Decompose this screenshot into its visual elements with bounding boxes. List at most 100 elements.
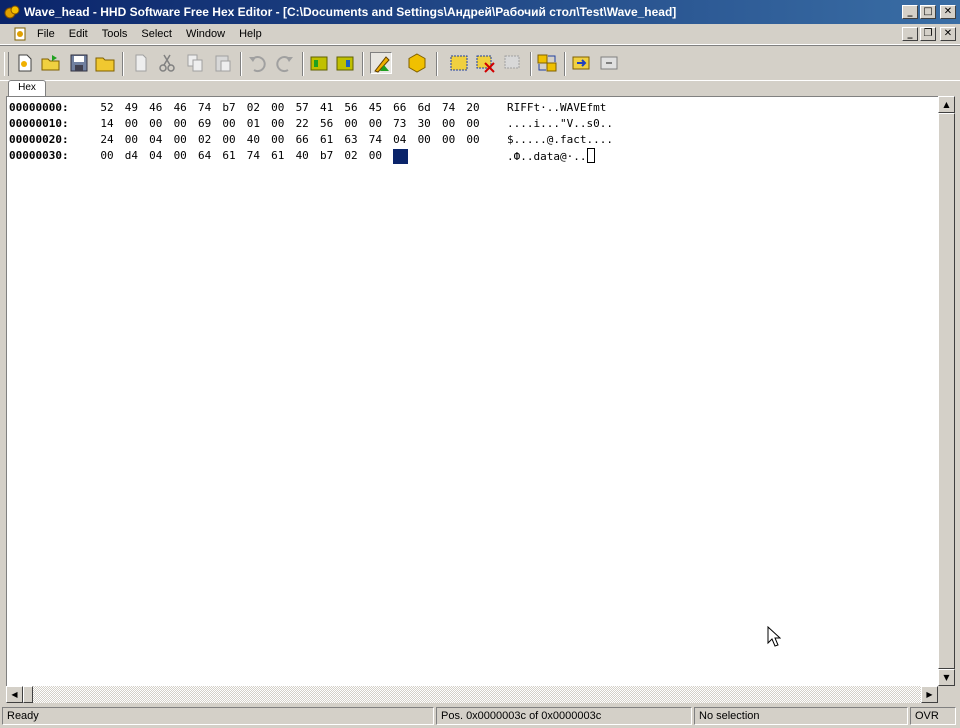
hex-byte[interactable]: 56 xyxy=(317,116,337,132)
hex-byte[interactable]: 69 xyxy=(195,116,215,132)
hex-byte[interactable]: b7 xyxy=(219,100,239,116)
redo-button[interactable] xyxy=(274,52,296,74)
hex-byte[interactable]: 02 xyxy=(341,148,361,164)
horizontal-scrollbar[interactable]: ◀ ▶ xyxy=(6,686,938,703)
hex-byte[interactable]: 00 xyxy=(365,148,385,164)
edit-mode-button[interactable] xyxy=(370,52,392,74)
hex-byte[interactable]: 6d xyxy=(414,100,434,116)
hex-byte[interactable]: b7 xyxy=(317,148,337,164)
hex-byte[interactable]: 74 xyxy=(365,132,385,148)
hex-byte[interactable]: 00 xyxy=(219,132,239,148)
hex-ascii-text[interactable]: ....i..."V..s0.. xyxy=(507,116,613,132)
title-bar[interactable]: Wave_head - HHD Software Free Hex Editor… xyxy=(0,0,960,24)
hex-byte[interactable]: 00 xyxy=(463,116,483,132)
hex-byte[interactable]: 00 xyxy=(97,148,117,164)
horizontal-scroll-thumb[interactable] xyxy=(23,686,33,703)
document-icon[interactable] xyxy=(12,26,28,42)
hex-byte[interactable]: 04 xyxy=(146,148,166,164)
new-file-button[interactable] xyxy=(14,52,36,74)
hex-byte[interactable]: 00 xyxy=(414,132,434,148)
hex-ascii-text[interactable]: .Ф..data@·.. xyxy=(507,148,596,165)
hex-ascii-text[interactable]: $.....@.fact.... xyxy=(507,132,613,148)
hex-byte[interactable]: 61 xyxy=(268,148,288,164)
mdi-close-button[interactable]: ✕ xyxy=(940,27,956,41)
hex-byte[interactable]: 49 xyxy=(121,100,141,116)
scroll-right-button[interactable]: ▶ xyxy=(921,686,938,703)
save-button[interactable] xyxy=(68,52,90,74)
hex-byte[interactable]: 00 xyxy=(219,116,239,132)
status-overwrite-mode[interactable]: OVR xyxy=(910,707,956,725)
hex-byte[interactable]: 74 xyxy=(243,148,263,164)
select-block-button[interactable] xyxy=(448,52,470,74)
hex-byte[interactable]: 00 xyxy=(146,116,166,132)
hex-byte[interactable]: 00 xyxy=(365,116,385,132)
scroll-down-button[interactable]: ▼ xyxy=(938,669,955,686)
hex-byte[interactable]: 73 xyxy=(390,116,410,132)
hex-byte[interactable]: 74 xyxy=(195,100,215,116)
hex-byte[interactable]: 41 xyxy=(317,100,337,116)
close-button[interactable]: ✕ xyxy=(940,5,956,19)
hex-byte[interactable]: 61 xyxy=(219,148,239,164)
hex-byte[interactable]: 00 xyxy=(121,132,141,148)
open-file-button[interactable] xyxy=(40,52,62,74)
hex-byte[interactable]: 14 xyxy=(97,116,117,132)
mdi-restore-button[interactable]: ❐ xyxy=(920,27,936,41)
scroll-up-button[interactable]: ▲ xyxy=(938,96,955,113)
find-button[interactable] xyxy=(130,52,152,74)
hex-byte[interactable]: 61 xyxy=(317,132,337,148)
menu-file[interactable]: File xyxy=(30,24,62,44)
hex-byte[interactable]: 00 xyxy=(341,116,361,132)
undo-button[interactable] xyxy=(246,52,268,74)
hex-byte[interactable]: 57 xyxy=(292,100,312,116)
clear-selection-button[interactable] xyxy=(474,52,496,74)
hex-byte[interactable]: 00 xyxy=(268,132,288,148)
scroll-left-button[interactable]: ◀ xyxy=(6,686,23,703)
hex-byte[interactable]: 30 xyxy=(414,116,434,132)
link-button[interactable] xyxy=(598,52,620,74)
hex-byte[interactable]: 00 xyxy=(170,132,190,148)
mdi-minimize-button[interactable]: _ xyxy=(902,27,918,41)
hex-editor-view[interactable]: 00000000: 52 49 46 46 74 b7 02 00 57 41 56 45 66 6d 74 2… xyxy=(6,96,938,686)
hex-byte[interactable]: 00 xyxy=(121,116,141,132)
hexagon-button[interactable] xyxy=(406,52,428,74)
copy-button[interactable] xyxy=(184,52,206,74)
hex-byte[interactable]: 56 xyxy=(341,100,361,116)
export-button[interactable] xyxy=(570,52,592,74)
hex-byte[interactable]: 40 xyxy=(292,148,312,164)
hex-ascii-text[interactable]: RIFFt·..WAVEfmt xyxy=(507,100,606,116)
menu-help[interactable]: Help xyxy=(232,24,269,44)
hex-byte[interactable]: 20 xyxy=(463,100,483,116)
menu-select[interactable]: Select xyxy=(134,24,179,44)
maximize-button[interactable]: □ xyxy=(920,5,936,19)
toolbar-grip[interactable] xyxy=(4,52,9,76)
hex-byte[interactable]: 24 xyxy=(97,132,117,148)
hex-byte[interactable]: 02 xyxy=(195,132,215,148)
hex-byte[interactable]: 00 xyxy=(439,116,459,132)
hex-byte[interactable]: 00 xyxy=(463,132,483,148)
hex-byte[interactable]: 04 xyxy=(146,132,166,148)
hex-byte[interactable]: 45 xyxy=(365,100,385,116)
compare-button[interactable] xyxy=(536,52,558,74)
hex-byte[interactable]: 46 xyxy=(170,100,190,116)
hex-byte[interactable]: 00 xyxy=(268,116,288,132)
hex-byte[interactable]: 00 xyxy=(170,148,190,164)
hex-byte[interactable]: 00 xyxy=(170,116,190,132)
minimize-button[interactable]: _ xyxy=(902,5,918,19)
hex-byte[interactable]: 00 xyxy=(268,100,288,116)
hex-byte[interactable]: 00 xyxy=(439,132,459,148)
hex-byte[interactable]: 04 xyxy=(390,132,410,148)
hex-byte[interactable]: 46 xyxy=(146,100,166,116)
tab-hex[interactable]: Hex xyxy=(8,80,46,96)
vertical-scroll-thumb[interactable] xyxy=(938,113,955,669)
menu-edit[interactable]: Edit xyxy=(62,24,95,44)
bookmark-next-button[interactable] xyxy=(334,52,356,74)
hex-byte[interactable]: 01 xyxy=(243,116,263,132)
vertical-scrollbar[interactable]: ▲ ▼ xyxy=(938,96,955,686)
cut-button[interactable] xyxy=(156,52,178,74)
paste-button[interactable] xyxy=(212,52,234,74)
hex-byte[interactable]: 64 xyxy=(195,148,215,164)
hex-byte[interactable]: 66 xyxy=(292,132,312,148)
hex-byte[interactable]: 74 xyxy=(439,100,459,116)
open-folder-button[interactable] xyxy=(94,52,116,74)
hex-byte[interactable]: 40 xyxy=(243,132,263,148)
